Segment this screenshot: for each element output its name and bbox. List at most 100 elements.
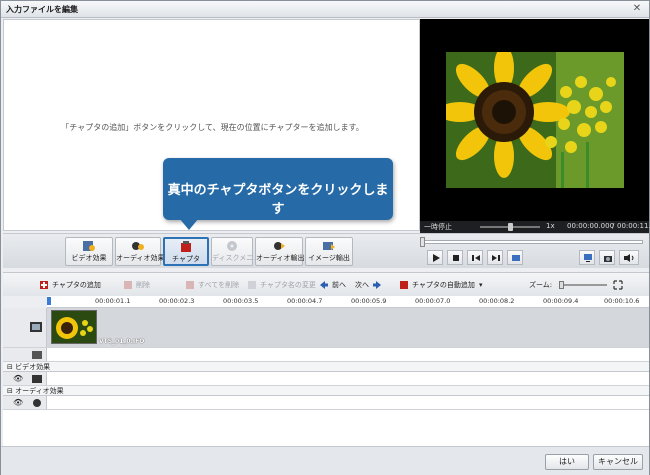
playback-status-bar: 一時停止 1x 00:00:00.000 / 00:00:11.077 xyxy=(420,221,650,233)
chapter-track-icon xyxy=(32,351,42,359)
close-icon[interactable]: ✕ xyxy=(631,3,643,15)
player-controls xyxy=(415,233,649,268)
play-button[interactable] xyxy=(427,250,443,265)
timeline-toolbar: チャプタの追加 削除 すべてを削除 チャプタ名の変更 前へ 次へ チャプタの自動… xyxy=(3,272,649,296)
chapter-track-label xyxy=(3,348,47,362)
edit-toolbar: ビデオ効果 オーディオ効果 チャプタ ディスクメニュー オーディオ輸出 イメージ… xyxy=(3,233,415,268)
rename-chapter-label: チャプタ名の変更 xyxy=(260,281,316,289)
delete-label: 削除 xyxy=(136,281,150,289)
image-export-icon xyxy=(323,242,335,250)
speaker-icon xyxy=(624,254,634,262)
delete-all-icon xyxy=(186,281,194,289)
zoom-label: ズーム: xyxy=(529,281,553,289)
auto-add-chapters-button[interactable]: チャプタの自動追加 ▾ xyxy=(399,278,482,292)
window-title: 入力ファイルを編集 xyxy=(6,5,78,14)
video-effects-button[interactable]: ビデオ効果 xyxy=(65,237,113,266)
arrow-left-icon xyxy=(320,281,328,289)
timeline-empty-area xyxy=(3,410,649,446)
ruler-tick: 00:00:08.2 xyxy=(479,297,515,305)
ruler-tick: 00:00:05.9 xyxy=(351,297,387,305)
fit-to-window-icon xyxy=(613,280,623,290)
next-chapter-button[interactable]: 次へ xyxy=(355,278,385,292)
callout-text: 真中のチャプタボタンをクリックします xyxy=(167,183,389,217)
clip-thumbnail[interactable] xyxy=(51,310,97,344)
audio-effects-button[interactable]: オーディオ効果 xyxy=(115,237,165,266)
ruler-tick: 00:00:01.1 xyxy=(95,297,131,305)
callout-pointer xyxy=(179,218,199,230)
seek-knob[interactable] xyxy=(420,237,425,247)
ok-button[interactable]: はい xyxy=(545,454,589,470)
chapter-label: チャプタ xyxy=(172,255,200,263)
image-export-button[interactable]: イメージ輸出 xyxy=(305,237,353,266)
ruler-tick: 00:00:02.3 xyxy=(159,297,195,305)
screen-button[interactable] xyxy=(579,250,595,265)
add-chapter-button[interactable]: チャプタの追加 xyxy=(39,278,101,292)
audio-export-icon xyxy=(274,242,285,250)
volume-button[interactable] xyxy=(619,250,639,265)
video-effect-icon xyxy=(32,375,42,383)
next-label: 次へ xyxy=(355,281,369,289)
chapter-hint-text: 「チャプタの追加」ボタンをクリックして、現在の位置にチャプターを追加します。 xyxy=(61,123,364,132)
video-effects-track-label: 👁 xyxy=(3,372,47,386)
play-icon xyxy=(433,254,440,262)
add-chapter-icon xyxy=(40,281,48,289)
video-track-label xyxy=(3,308,47,348)
loop-button[interactable] xyxy=(507,250,523,265)
dialog-button-bar: はい キャンセル xyxy=(1,446,649,475)
next-frame-button[interactable] xyxy=(487,250,503,265)
speed-slider-knob[interactable] xyxy=(508,223,513,231)
delete-button[interactable]: 削除 xyxy=(123,278,150,292)
cancel-button[interactable]: キャンセル xyxy=(593,454,643,470)
camera-icon xyxy=(604,256,612,262)
edit-input-file-window: 入力ファイルを編集 ✕ 「チャプタの追加」ボタンをクリックして、現在の位置にチャ… xyxy=(0,0,650,475)
zoom-slider[interactable] xyxy=(559,281,607,289)
chapter-track[interactable] xyxy=(47,348,649,362)
dropdown-arrow-icon[interactable]: ▾ xyxy=(479,281,483,289)
previous-label: 前へ xyxy=(332,281,346,289)
timeline-ruler[interactable]: 00:00:01.1 00:00:02.3 00:00:03.5 00:00:0… xyxy=(47,296,649,308)
auto-chapter-icon xyxy=(400,281,408,289)
delete-icon xyxy=(124,281,132,289)
eye-icon[interactable]: 👁 xyxy=(13,374,23,383)
monitor-icon xyxy=(584,254,592,262)
eye-icon[interactable]: 👁 xyxy=(13,398,23,407)
sunflower-video-frame xyxy=(446,52,624,188)
ruler-tick: 00:00:10.6 xyxy=(604,297,640,305)
video-effects-icon xyxy=(83,241,95,251)
total-time: 00:00:11.077 xyxy=(617,222,650,230)
snapshot-button[interactable] xyxy=(599,250,615,265)
next-icon xyxy=(492,255,500,261)
audio-export-label: オーディオ輸出 xyxy=(256,254,305,262)
chapter-icon xyxy=(181,241,191,252)
instruction-callout: 真中のチャプタボタンをクリックします xyxy=(163,158,393,220)
rename-chapter-button[interactable]: チャプタ名の変更 xyxy=(247,278,316,292)
current-time: 00:00:00.000 xyxy=(567,222,615,230)
video-track[interactable]: VTS_01_0.IFO xyxy=(47,308,649,348)
zoom-slider-knob[interactable] xyxy=(559,281,564,289)
video-effects-label: ビデオ効果 xyxy=(71,254,107,262)
previous-chapter-button[interactable]: 前へ xyxy=(319,278,346,292)
auto-add-label: チャプタの自動追加 xyxy=(412,281,475,289)
video-effects-track[interactable] xyxy=(47,372,649,386)
stop-button[interactable] xyxy=(447,250,463,265)
disc-menu-button[interactable]: ディスクメニュー xyxy=(211,237,268,266)
audio-export-button[interactable]: オーディオ輸出 xyxy=(255,237,305,266)
delete-all-button[interactable]: すべてを削除 xyxy=(185,278,239,292)
previous-frame-button[interactable] xyxy=(467,250,483,265)
chapter-button[interactable]: チャプタ xyxy=(163,237,209,266)
fit-zoom-button[interactable] xyxy=(613,278,626,292)
rename-icon xyxy=(248,281,256,289)
loop-icon xyxy=(512,255,520,261)
playhead-marker[interactable] xyxy=(47,297,51,305)
audio-effects-section-header[interactable]: ⊟ オーディオ効果 xyxy=(3,386,649,396)
image-export-label: イメージ輸出 xyxy=(308,254,350,262)
disc-menu-label: ディスクメニュー xyxy=(212,254,268,262)
audio-effects-track[interactable] xyxy=(47,396,649,410)
speed-slider[interactable] xyxy=(480,223,540,231)
video-effects-section-header[interactable]: ⊟ ビデオ効果 xyxy=(3,362,649,372)
audio-effects-icon xyxy=(132,242,144,250)
time-separator: / xyxy=(612,222,615,230)
video-preview xyxy=(420,19,649,221)
clip-name: VTS_01_0.IFO xyxy=(99,338,145,345)
seek-bar[interactable] xyxy=(420,237,643,247)
